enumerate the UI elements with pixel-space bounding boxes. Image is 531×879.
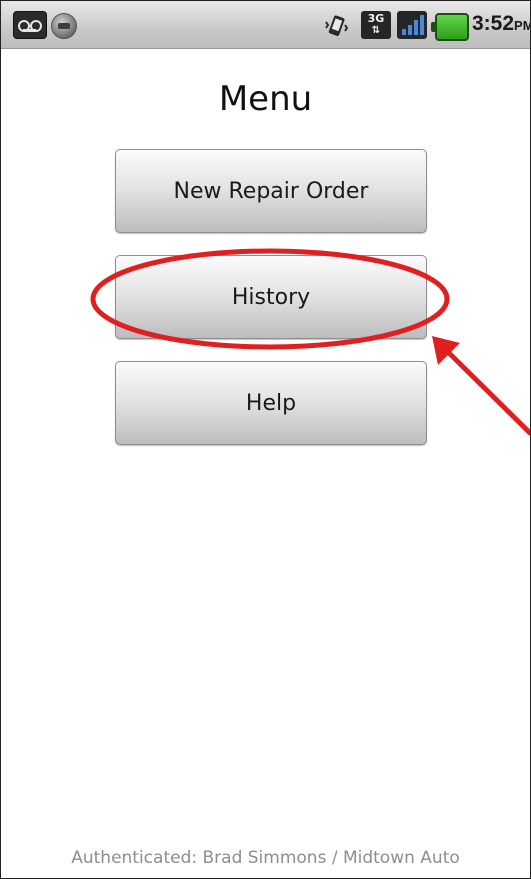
- annotation-arrow-shaft: [438, 342, 530, 436]
- signal-icon: [397, 11, 427, 39]
- new-repair-order-button[interactable]: New Repair Order: [115, 149, 427, 233]
- authentication-status: Authenticated: Brad Simmons / Midtown Au…: [71, 848, 460, 868]
- help-label: Help: [245, 390, 297, 416]
- clock-time: 3:52: [472, 12, 515, 35]
- sync-icon: [51, 13, 77, 39]
- history-label: History: [231, 284, 311, 310]
- page-title: Menu: [218, 79, 313, 119]
- network-type-label: 3G: [367, 12, 385, 25]
- history-button[interactable]: History: [115, 255, 427, 339]
- data-arrows-icon: ⇅: [371, 25, 381, 36]
- vibrate-icon: [325, 15, 349, 36]
- new-repair-order-label: New Repair Order: [173, 178, 369, 204]
- annotation-arrow-head: [432, 336, 460, 365]
- phone-screen: 3G ⇅ 3:52PM Menu New Repair Order Histor…: [0, 0, 531, 879]
- battery-icon: [431, 13, 469, 41]
- status-bar: 3G ⇅ 3:52PM: [1, 1, 530, 49]
- status-clock: 3:52PM: [472, 12, 530, 36]
- 3g-icon: 3G ⇅: [361, 11, 391, 39]
- clock-ampm: PM: [514, 18, 530, 33]
- voicemail-icon: [13, 11, 47, 39]
- help-button[interactable]: Help: [115, 361, 427, 445]
